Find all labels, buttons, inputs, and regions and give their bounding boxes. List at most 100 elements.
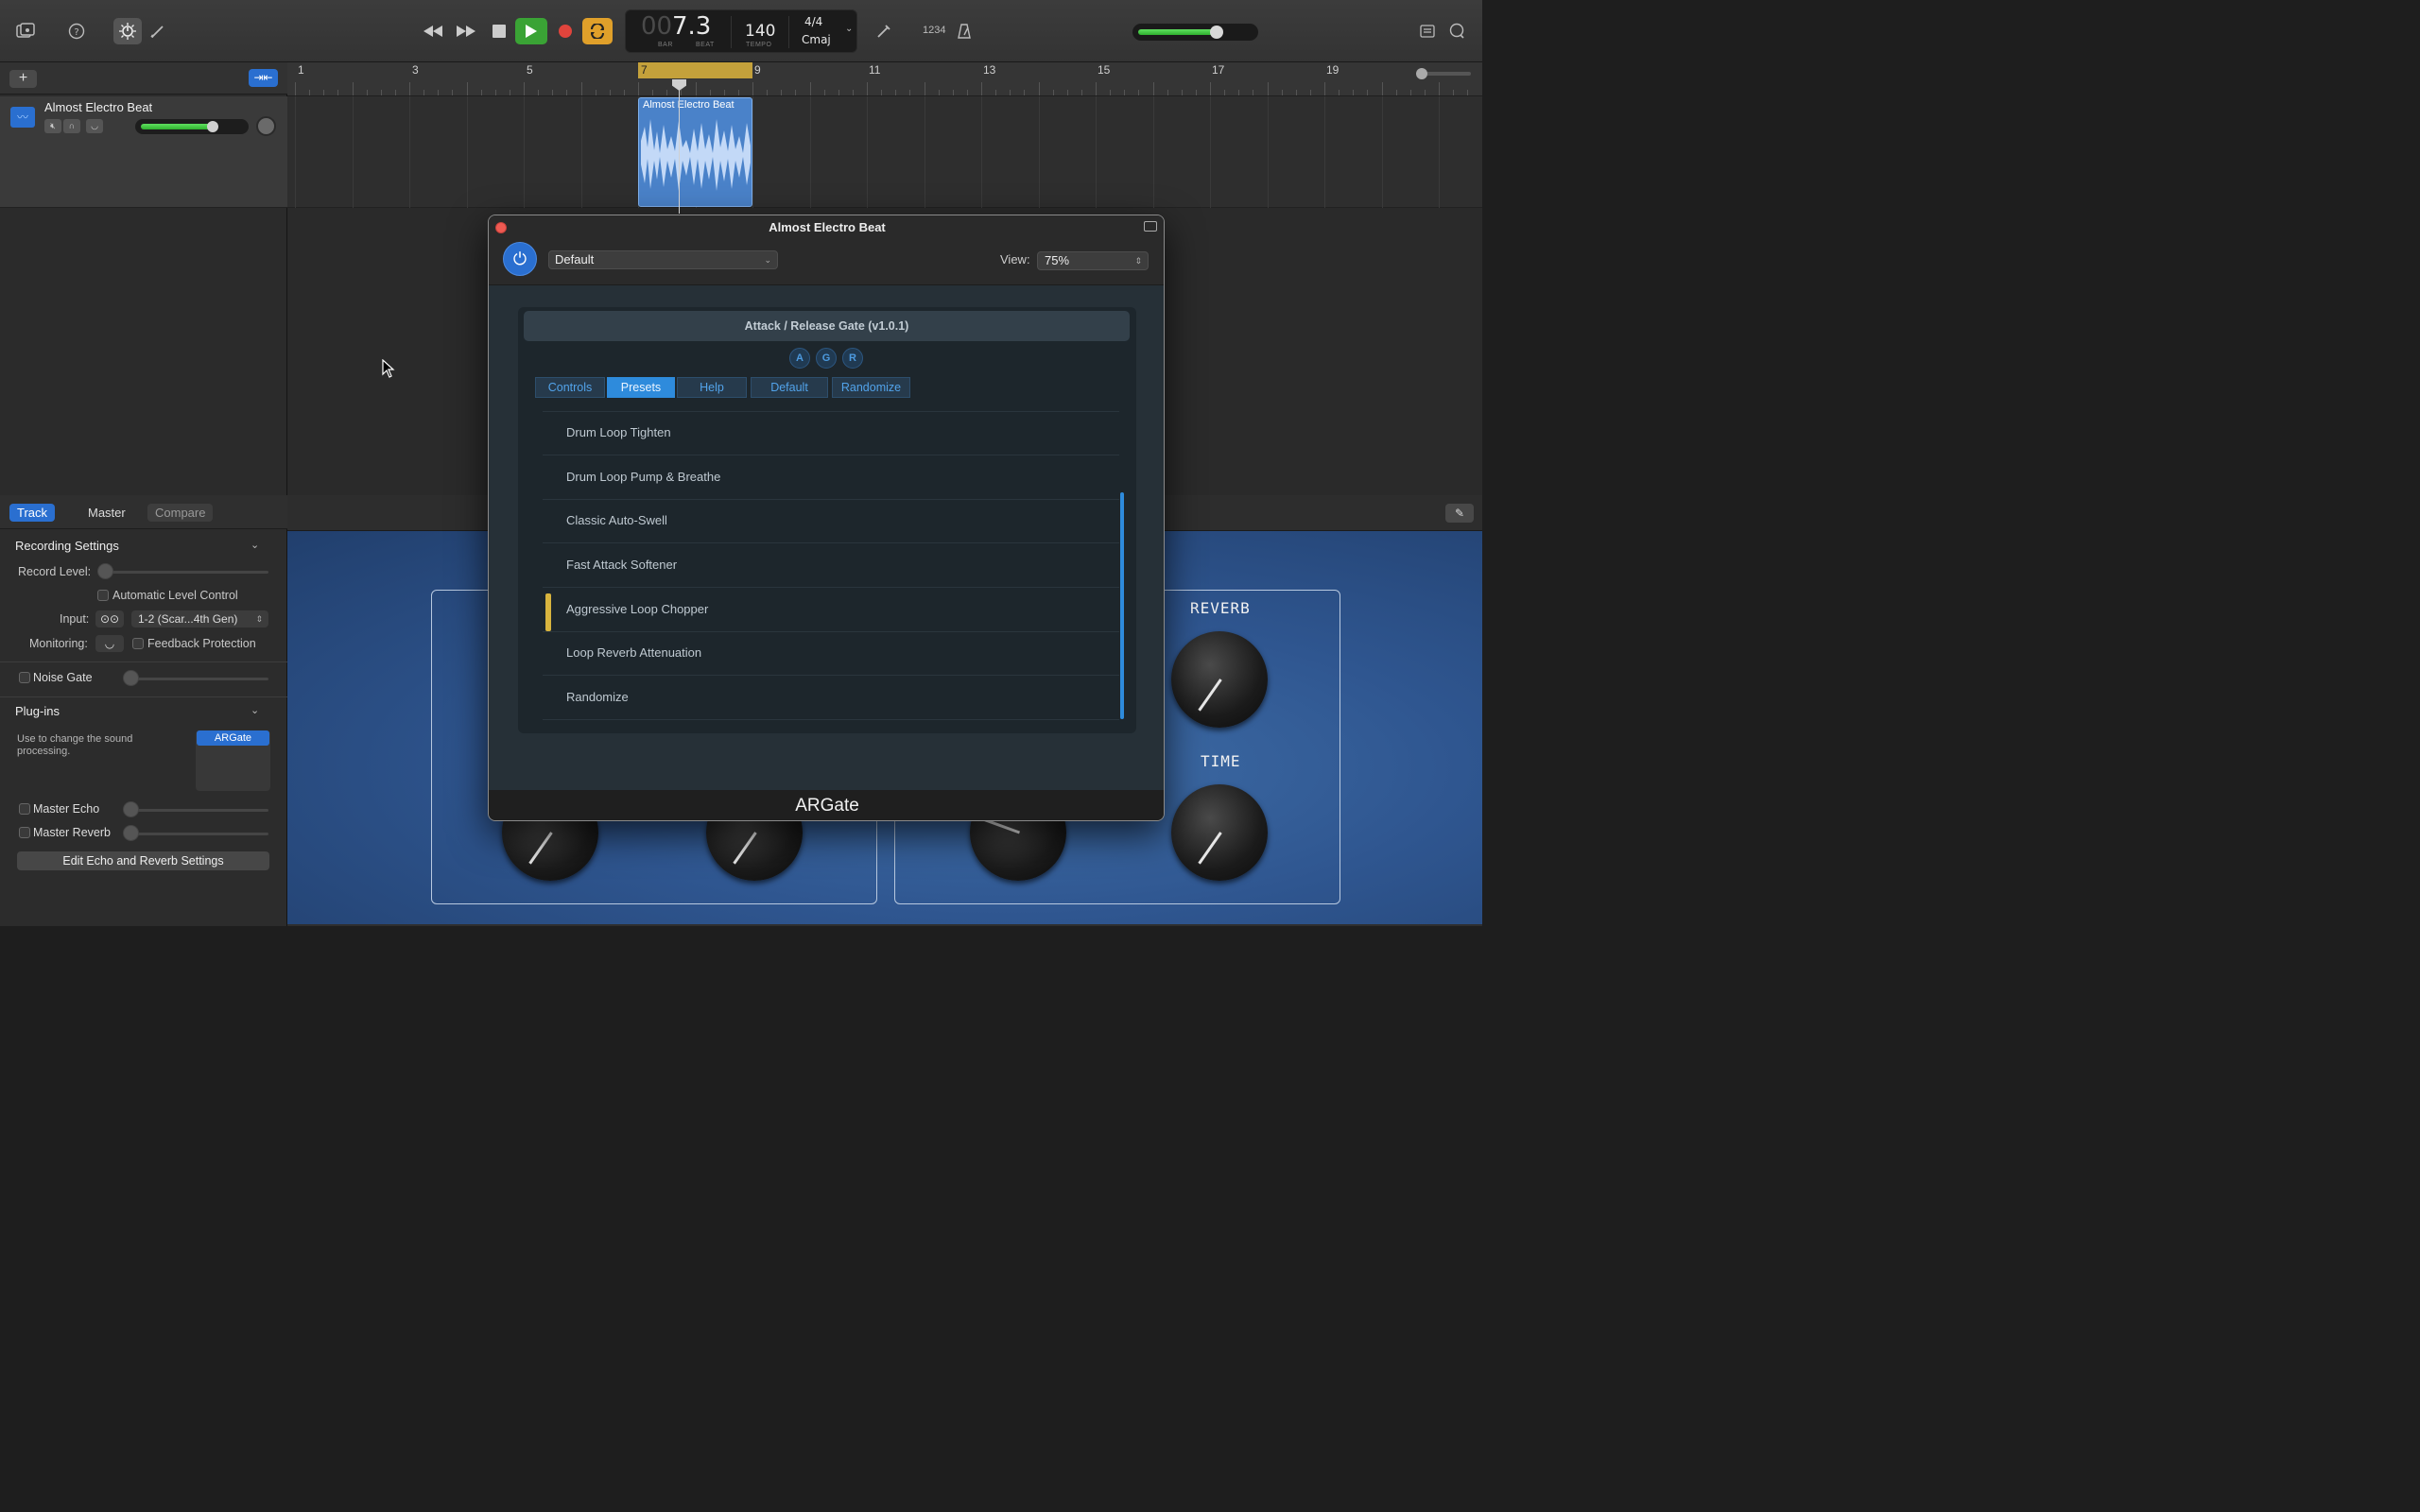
preset-scrollbar[interactable] — [1120, 492, 1124, 719]
preset-item-label: Randomize — [566, 690, 629, 704]
record-level-label: Record Level: — [18, 565, 92, 578]
track-headers: + ⇥⇤ 〰 Almost Electro Beat 🔇︎ ∩ ◡ — [0, 62, 287, 495]
library-icon[interactable] — [13, 19, 38, 43]
ruler[interactable]: 1 3 5 7 9 11 13 15 17 19 — [287, 62, 1482, 96]
edit-plugin-icon[interactable]: ✎ — [1445, 504, 1474, 523]
master-reverb-slider[interactable] — [128, 833, 268, 835]
preset-menu[interactable]: Default ⌄ — [548, 250, 778, 269]
preset-item-selected[interactable]: Aggressive Loop Chopper — [543, 589, 1119, 632]
play-button[interactable] — [515, 18, 547, 44]
master-reverb-checkbox[interactable] — [19, 827, 30, 838]
audio-region[interactable]: Almost Electro Beat — [638, 97, 752, 207]
master-volume-slider[interactable] — [1132, 24, 1258, 41]
master-reverb-label: Master Reverb — [33, 826, 111, 839]
svg-text:?: ? — [74, 27, 78, 38]
preset-item[interactable]: Classic Auto-Swell — [543, 500, 1119, 543]
control-bar: ? 00 7.3 BAR BEAT 140 TEMPO 4/4 Cmaj ⌄ 1… — [0, 0, 1482, 62]
record-level-thumb[interactable] — [97, 563, 113, 579]
agr-button-g[interactable]: G — [816, 348, 837, 369]
time-knob[interactable] — [1171, 784, 1268, 881]
power-button[interactable]: ⏻ — [503, 242, 537, 276]
fast-forward-icon[interactable] — [454, 19, 478, 43]
audio-track-icon: 〰 — [10, 107, 35, 128]
edit-echo-reverb-button[interactable]: Edit Echo and Reverb Settings — [17, 851, 269, 870]
feedback-protection-checkbox[interactable] — [132, 638, 144, 649]
reverb-label: REVERB — [1190, 599, 1251, 617]
count-in-label[interactable]: 1234 — [923, 25, 945, 36]
master-echo-thumb[interactable] — [123, 801, 139, 817]
tab-controls[interactable]: Controls — [535, 377, 605, 398]
ruler-bar-1: 1 — [298, 63, 304, 77]
input-monitor-icon[interactable]: ◡ — [86, 119, 103, 133]
feedback-protection-label: Feedback Protection — [147, 637, 256, 650]
preset-item[interactable]: Loop Reverb Attenuation — [543, 632, 1119, 676]
master-reverb-thumb[interactable] — [123, 825, 139, 841]
zoom-slider[interactable] — [1416, 68, 1471, 79]
agr-button-r[interactable]: R — [842, 348, 863, 369]
help-icon[interactable]: ? — [64, 19, 89, 43]
lcd-bar-label: BAR — [658, 42, 673, 48]
catch-playhead-button[interactable]: ⇥⇤ — [249, 69, 278, 87]
master-echo-checkbox[interactable] — [19, 803, 30, 815]
lcd-beat-label: BEAT — [696, 42, 715, 48]
expand-icon[interactable] — [1144, 221, 1157, 232]
record-button[interactable] — [553, 19, 578, 43]
preset-item[interactable]: Drum Loop Pump & Breathe — [543, 456, 1119, 500]
reverb-knob[interactable] — [1171, 631, 1268, 728]
preset-item-label: Classic Auto-Swell — [566, 513, 667, 527]
playhead[interactable] — [679, 81, 680, 214]
lcd-key: Cmaj — [802, 33, 831, 46]
tab-help[interactable]: Help — [677, 377, 747, 398]
stereo-input-icon[interactable]: ⊙⊙ — [95, 610, 124, 627]
recording-settings-title[interactable]: Recording Settings — [15, 539, 119, 553]
preset-item[interactable]: Drum Loop Tighten — [543, 412, 1119, 455]
input-select[interactable]: 1-2 (Scar...4th Gen) ⇕ — [131, 610, 268, 627]
plugins-title[interactable]: Plug-ins — [15, 704, 60, 718]
auto-level-checkbox[interactable] — [97, 590, 109, 601]
master-echo-slider[interactable] — [128, 809, 268, 812]
loop-browser-icon[interactable] — [1444, 19, 1469, 43]
plugin-slot-argate[interactable]: ARGate — [197, 730, 269, 746]
rewind-icon[interactable] — [421, 19, 445, 43]
tab-master[interactable]: Master — [80, 504, 133, 522]
smart-controls-icon[interactable] — [113, 18, 142, 44]
lcd-chevron-icon[interactable]: ⌄ — [845, 24, 853, 34]
track-volume-slider[interactable] — [135, 119, 249, 134]
selection-marker — [545, 593, 551, 631]
tab-default[interactable]: Default — [751, 377, 828, 398]
gate-title: Attack / Release Gate (v1.0.1) — [524, 311, 1130, 341]
noise-gate-thumb[interactable] — [123, 670, 139, 686]
tab-compare[interactable]: Compare — [147, 504, 214, 522]
lcd-display[interactable]: 00 7.3 BAR BEAT 140 TEMPO 4/4 Cmaj ⌄ — [625, 9, 857, 53]
agr-button-a[interactable]: A — [789, 348, 810, 369]
list-editors-icon[interactable] — [1415, 19, 1440, 43]
tab-randomize[interactable]: Randomize — [832, 377, 910, 398]
preset-item[interactable]: Randomize — [543, 677, 1119, 720]
preset-value: Default — [555, 252, 595, 266]
chevron-down-icon[interactable]: ⌄ — [251, 539, 259, 551]
view-value: 75% — [1045, 253, 1070, 267]
record-level-slider[interactable] — [104, 571, 268, 574]
noise-gate-slider[interactable] — [128, 678, 268, 680]
track-pan-knob[interactable] — [256, 116, 276, 136]
noise-gate-checkbox[interactable] — [19, 672, 30, 683]
view-select[interactable]: 75% ⇕ — [1037, 251, 1149, 270]
tab-track[interactable]: Track — [9, 504, 56, 522]
add-track-button[interactable]: + — [9, 70, 37, 88]
cycle-button[interactable] — [582, 18, 613, 44]
chevron-down-icon: ⌄ — [764, 255, 771, 265]
chevron-down-icon[interactable]: ⌄ — [251, 704, 259, 716]
stop-icon[interactable] — [487, 19, 511, 43]
ruler-bar-5: 5 — [527, 63, 533, 77]
track-toolbar: + ⇥⇤ — [0, 62, 287, 94]
master-echo-label: Master Echo — [33, 802, 100, 816]
preset-item[interactable]: Fast Attack Softener — [543, 544, 1119, 588]
editors-icon[interactable] — [146, 19, 170, 43]
solo-headphones-icon[interactable]: ∩ — [63, 119, 80, 133]
tuner-icon[interactable] — [872, 19, 896, 43]
tab-presets[interactable]: Presets — [607, 377, 675, 398]
monitoring-icon[interactable]: ◡ — [95, 635, 124, 652]
cycle-region[interactable] — [638, 62, 752, 78]
metronome-icon[interactable] — [952, 19, 977, 43]
mute-icon[interactable]: 🔇︎ — [44, 119, 61, 133]
